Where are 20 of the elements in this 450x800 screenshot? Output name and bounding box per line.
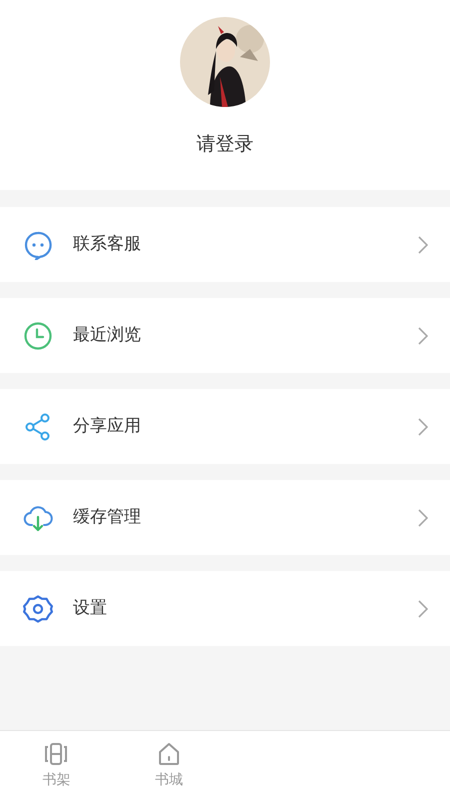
menu-label: 设置 <box>73 596 108 620</box>
chat-bubble-icon <box>23 230 53 260</box>
clock-icon <box>23 320 53 350</box>
menu-item[interactable]: 联系客服 <box>0 207 450 282</box>
menu-item[interactable]: 分享应用 <box>0 389 450 464</box>
menu-label: 联系客服 <box>73 232 142 256</box>
menu-item[interactable]: 最近浏览 <box>0 298 450 373</box>
chevron-right-icon <box>418 326 428 344</box>
login-label[interactable]: 请登录 <box>196 130 254 158</box>
menu-label: 分享应用 <box>73 414 142 438</box>
menu-item[interactable]: 缓存管理 <box>0 480 450 555</box>
chevron-right-icon <box>418 508 428 526</box>
menu-label: 缓存管理 <box>73 506 142 529</box>
chevron-right-icon <box>418 236 428 254</box>
chevron-right-icon <box>418 418 428 436</box>
settings-icon <box>23 594 53 624</box>
menu-label: 最近浏览 <box>73 324 142 347</box>
chevron-right-icon <box>418 600 428 618</box>
menu-item[interactable]: 设置 <box>0 571 450 646</box>
bookshelf-icon <box>43 740 70 766</box>
